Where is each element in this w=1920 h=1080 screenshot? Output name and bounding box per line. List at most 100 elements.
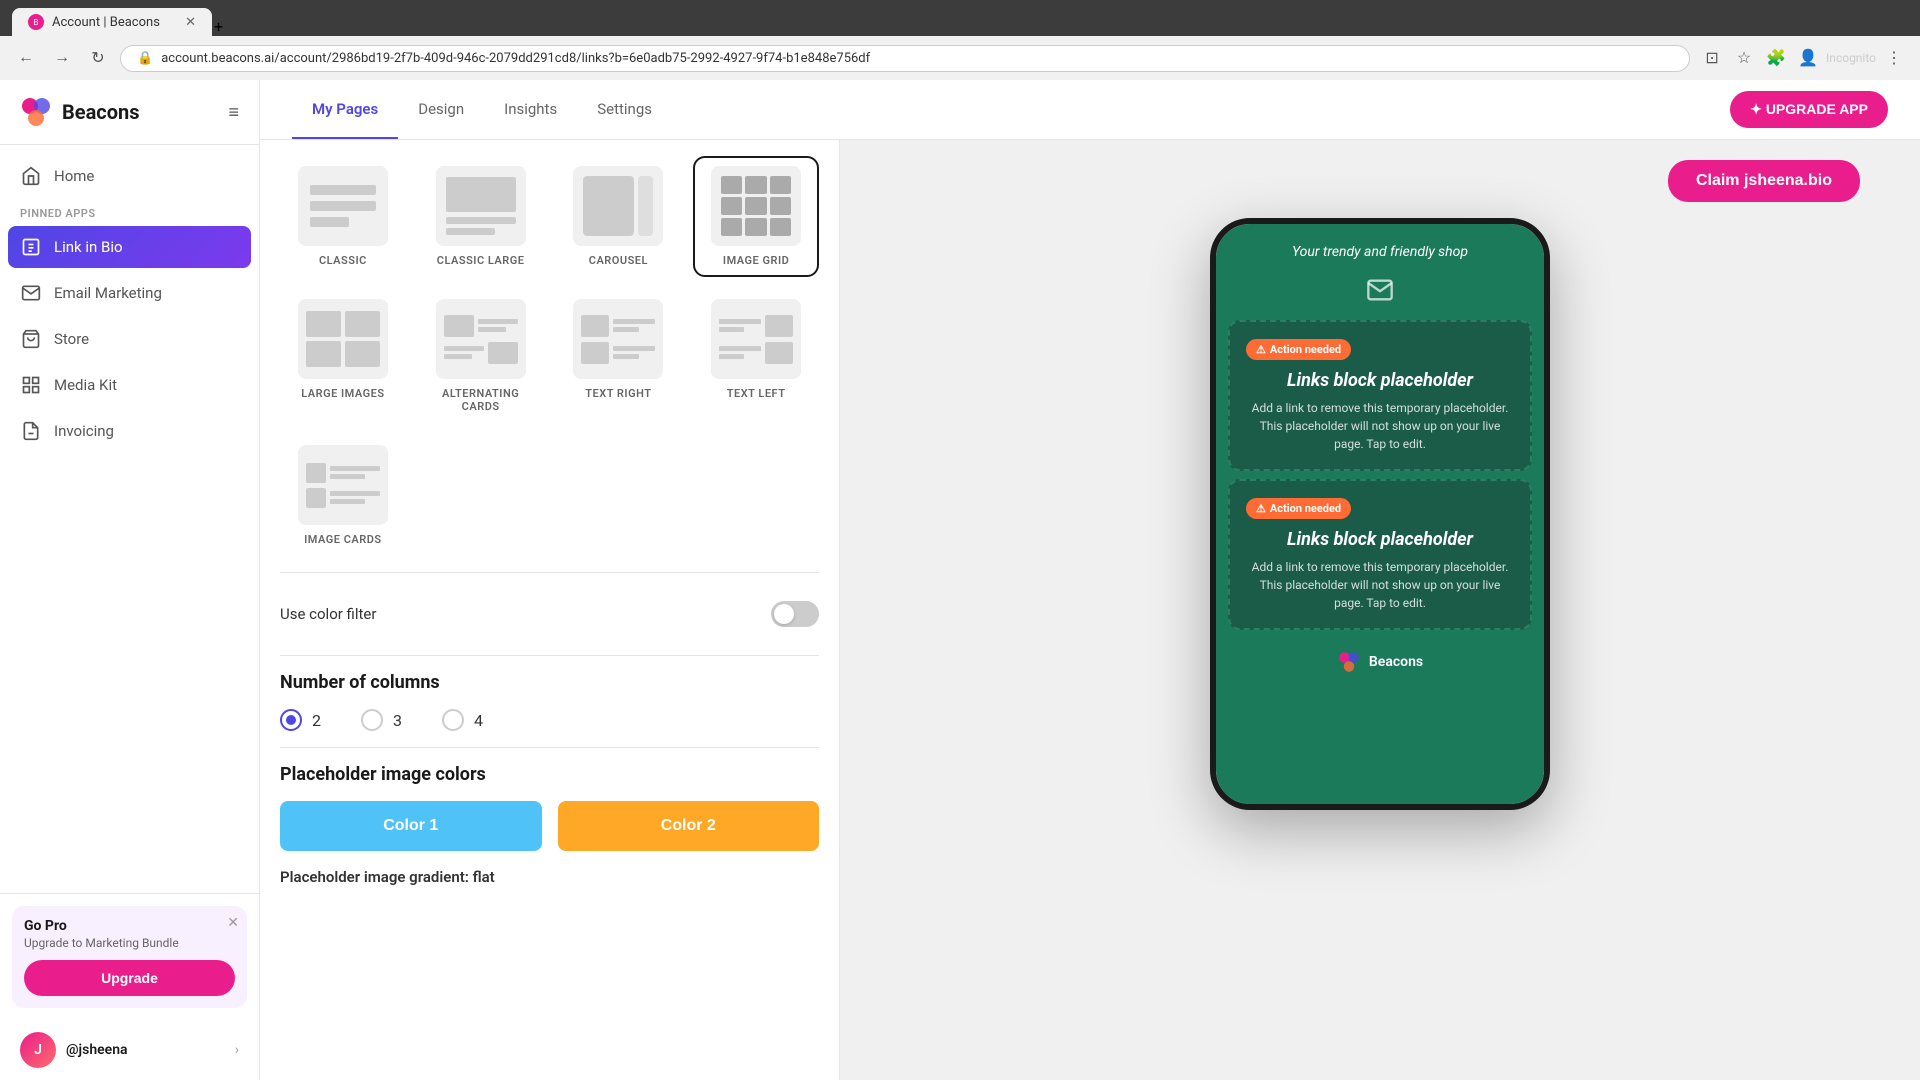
tab-design[interactable]: Design (398, 80, 484, 139)
tab-my-pages[interactable]: My Pages (292, 80, 398, 139)
bookmark-button[interactable]: ☆ (1730, 44, 1758, 72)
hamburger-button[interactable]: ≡ (228, 102, 239, 123)
layout-alternating-cards-label: ALTERNATING CARDS (428, 387, 534, 413)
columns-option-4[interactable]: 4 (442, 709, 483, 731)
columns-option-3[interactable]: 3 (361, 709, 402, 731)
store-icon (20, 328, 42, 350)
main-tabs: My Pages Design Insights Settings (292, 80, 672, 139)
action-needed-badge-1: ⚠ Action needed (1246, 339, 1351, 360)
address-bar[interactable]: 🔒 account.beacons.ai/account/2986bd19-2f… (120, 45, 1690, 72)
home-icon (20, 165, 42, 187)
claim-button[interactable]: Claim jsheena.bio (1668, 160, 1860, 202)
tab-title: Account | Beacons (52, 15, 160, 30)
columns-title: Number of columns (280, 672, 819, 693)
columns-option-2[interactable]: 2 (280, 709, 321, 731)
layout-carousel-label: CAROUSEL (589, 254, 648, 267)
layout-text-left-label: TEXT LEFT (727, 387, 786, 400)
incognito-label: Incognito (1826, 51, 1876, 65)
sidebar-item-store[interactable]: Store (0, 316, 259, 362)
color-2-button[interactable]: Color 2 (558, 801, 820, 851)
layout-option-image-grid[interactable]: IMAGE GRID (693, 156, 819, 277)
sidebar-item-invoicing-label: Invoicing (54, 422, 114, 440)
columns-3-label: 3 (393, 711, 402, 730)
email-marketing-icon (20, 282, 42, 304)
layout-image-grid-label: IMAGE GRID (723, 254, 789, 267)
sidebar-item-email-label: Email Marketing (54, 284, 162, 302)
forward-button[interactable]: → (48, 44, 76, 72)
layout-option-classic-large[interactable]: CLASSIC LARGE (418, 156, 544, 277)
phone-footer-text: Beacons (1369, 654, 1423, 670)
sidebar-logo: Beacons (20, 96, 139, 128)
phone-footer: Beacons (1216, 638, 1544, 686)
browser-tab[interactable]: B Account | Beacons ✕ (12, 8, 212, 36)
phone-card-1-title: Links block placeholder (1246, 370, 1514, 391)
layout-option-text-right[interactable]: TEXT RIGHT (556, 289, 682, 423)
sidebar-item-home-label: Home (54, 167, 94, 185)
layout-options-grid: CLASSIC (280, 156, 819, 556)
sidebar-item-media-kit-label: Media Kit (54, 376, 117, 394)
browser-toolbar: ← → ↻ 🔒 account.beacons.ai/account/2986b… (0, 36, 1920, 80)
color-filter-label: Use color filter (280, 605, 376, 623)
layout-option-alternating-cards[interactable]: ALTERNATING CARDS (418, 289, 544, 423)
reload-button[interactable]: ↻ (84, 44, 112, 72)
phone-header-text: Your trendy and friendly shop (1232, 244, 1528, 260)
layout-option-text-left[interactable]: TEXT LEFT (693, 289, 819, 423)
layout-text-right-label: TEXT RIGHT (585, 387, 651, 400)
pinned-section-label: PINNED APPS (0, 199, 259, 224)
avatar: J (20, 1032, 56, 1068)
layout-classic-label: CLASSIC (319, 254, 367, 267)
user-name: @jsheena (66, 1042, 225, 1058)
placeholder-colors-title: Placeholder image colors (280, 764, 819, 785)
settings-panel: CLASSIC (260, 140, 840, 1080)
url-text: account.beacons.ai/account/2986bd19-2f7b… (161, 51, 1673, 66)
color-buttons-row: Color 1 Color 2 (280, 801, 819, 851)
banner-close-button[interactable]: ✕ (227, 914, 239, 931)
preview-area: Claim jsheena.bio Your trendy and friend… (840, 140, 1920, 1080)
phone-card-1: ⚠ Action needed Links block placeholder … (1228, 320, 1532, 471)
layout-option-carousel[interactable]: CAROUSEL (556, 156, 682, 277)
columns-4-label: 4 (474, 711, 483, 730)
upgrade-app-button[interactable]: ✦ UPGRADE APP (1730, 91, 1888, 128)
layout-option-image-cards[interactable]: IMAGE CARDS (280, 435, 406, 556)
color-filter-toggle[interactable] (771, 601, 819, 627)
tab-insights[interactable]: Insights (484, 80, 577, 139)
layout-option-large-images[interactable]: LARGE IMAGES (280, 289, 406, 423)
profile-button[interactable]: 👤 (1794, 44, 1822, 72)
cast-button[interactable]: ⊡ (1698, 44, 1726, 72)
phone-card-2-text: Add a link to remove this temporary plac… (1246, 558, 1514, 612)
sidebar-item-home[interactable]: Home (0, 153, 259, 199)
placeholder-colors-section: Placeholder image colors Color 1 Color 2 (280, 764, 819, 851)
action-needed-badge-2: ⚠ Action needed (1246, 498, 1351, 519)
divider-1 (280, 572, 819, 573)
phone-card-1-text: Add a link to remove this temporary plac… (1246, 399, 1514, 453)
gradient-row: Placeholder image gradient: flat (280, 867, 819, 886)
menu-button[interactable]: ⋮ (1880, 44, 1908, 72)
logo-icon (20, 96, 52, 128)
new-tab-button[interactable]: + (214, 17, 223, 36)
sidebar-item-invoicing[interactable]: Invoicing (0, 408, 259, 454)
chevron-right-icon: › (235, 1042, 239, 1058)
invoicing-icon (20, 420, 42, 442)
radio-circle-4 (442, 709, 464, 731)
user-row[interactable]: J @jsheena › (0, 1020, 259, 1080)
tab-settings[interactable]: Settings (577, 80, 672, 139)
extension-button[interactable]: 🧩 (1762, 44, 1790, 72)
link-in-bio-icon (20, 236, 42, 258)
go-pro-title: Go Pro (24, 918, 235, 934)
phone-email-icon (1216, 268, 1544, 312)
layout-image-cards-label: IMAGE CARDS (304, 533, 381, 546)
sidebar-item-link-in-bio[interactable]: Link in Bio (8, 226, 251, 268)
radio-circle-2 (280, 709, 302, 731)
upgrade-button[interactable]: Upgrade (24, 960, 235, 996)
columns-section: Number of columns 2 3 (280, 672, 819, 731)
tab-close-icon[interactable]: ✕ (185, 15, 196, 30)
sidebar-item-media-kit[interactable]: Media Kit (0, 362, 259, 408)
sidebar-item-email[interactable]: Email Marketing (0, 270, 259, 316)
tab-favicon: B (28, 14, 44, 30)
layout-option-classic[interactable]: CLASSIC (280, 156, 406, 277)
sidebar-item-link-in-bio-label: Link in Bio (54, 238, 123, 256)
lock-icon: 🔒 (137, 51, 153, 66)
gradient-label: Placeholder image gradient: flat (280, 868, 495, 886)
color-1-button[interactable]: Color 1 (280, 801, 542, 851)
back-button[interactable]: ← (12, 44, 40, 72)
